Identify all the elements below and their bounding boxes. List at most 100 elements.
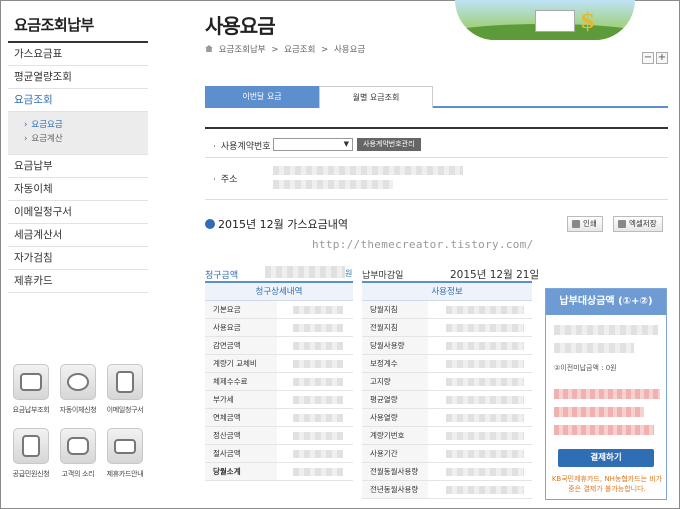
pay-button[interactable]: 결제하기 [558, 449, 654, 467]
sidebar-item-partner-card[interactable]: 제휴카드 [8, 270, 148, 293]
row-value-redacted [293, 468, 343, 476]
speech-bubble-icon [60, 428, 96, 464]
breadcrumb-item[interactable]: 요금조회납부 [219, 45, 266, 55]
contract-select[interactable]: ▼ [273, 138, 353, 151]
zoom-in-button[interactable]: + [656, 52, 668, 64]
quick-supply-request[interactable]: 공급민원신청 [8, 428, 54, 479]
row-value-redacted [446, 324, 524, 332]
sidebar: 요금조회납부 가스요금표 평균열량조회 요금조회 › 요금요금 › 요금계산 요금납… [8, 8, 148, 293]
table-row: 당월소계 [205, 463, 353, 481]
tab-monthly[interactable]: 월별 요금조회 [319, 86, 433, 108]
table-row: 보정계수 [362, 355, 532, 373]
table-row: 부가세 [205, 391, 353, 409]
table-row: 전월동월사용량 [362, 463, 532, 481]
contract-manage-button[interactable]: 사용계약번호관리 [357, 138, 421, 151]
row-label: 계량기 교체비 [205, 355, 277, 372]
breadcrumb-separator: > [321, 45, 329, 55]
page-title: 사용요금 [205, 14, 276, 38]
breadcrumb-separator: > [271, 45, 279, 55]
table-row: 당월지침 [362, 301, 532, 319]
watermark-text: http://themecreator.tistory.com/ [312, 238, 534, 251]
unpaid-amount-note: ②이전미납금액 : 0원 [554, 364, 617, 372]
table-row: 기본요금 [205, 301, 353, 319]
payment-warning: KB국민제휴카드, NH농협카드는 비가중은 결제가 불가능합니다. [551, 475, 663, 493]
row-value-redacted [293, 360, 343, 368]
quick-payment[interactable]: 요금납부조회 [8, 364, 54, 415]
table-row: 절사금액 [205, 445, 353, 463]
sidebar-item-payment[interactable]: 요금납부 [8, 155, 148, 178]
sidebar-item-avg-heat[interactable]: 평균열량조회 [8, 66, 148, 89]
table-row: 사용기간 [362, 445, 532, 463]
row-label: 부가세 [205, 391, 277, 408]
section-title: 2015년 12월 가스요금내역 [205, 216, 348, 232]
row-label: 당월소계 [205, 463, 277, 480]
row-label: 체제수수료 [205, 373, 277, 390]
row-label: 고지량 [362, 373, 428, 390]
home-icon[interactable] [205, 45, 213, 52]
print-button[interactable]: 인쇄 [567, 216, 603, 232]
divider [205, 127, 668, 129]
address-value-redacted [273, 166, 463, 175]
zoom-out-button[interactable]: − [642, 52, 654, 64]
row-label: 계량기번호 [362, 427, 428, 444]
sidebar-item-tax-invoice[interactable]: 세금계산서 [8, 224, 148, 247]
row-label: 사용기간 [362, 445, 428, 462]
contract-info: 사용계약번호 ▼ 사용계약번호관리 주소 [205, 130, 668, 200]
breadcrumb: 요금조회납부 > 요금조회 > 사용요금 [205, 43, 368, 55]
contract-row: 사용계약번호 ▼ 사용계약번호관리 [205, 130, 668, 158]
sidebar-sub-usage-fee[interactable]: › 요금요금 [24, 118, 148, 132]
row-label: 전월지침 [362, 319, 428, 336]
row-value-redacted [446, 360, 524, 368]
payment-info-redacted [554, 389, 660, 399]
table-row: 평균열량 [362, 391, 532, 409]
address-label: 주소 [213, 172, 238, 185]
breadcrumb-item[interactable]: 요금조회 [284, 45, 315, 55]
row-label: 연체금액 [205, 409, 277, 426]
contract-label: 사용계약번호 [213, 139, 271, 152]
table-row: 사용열량 [362, 409, 532, 427]
row-value-redacted [446, 432, 524, 440]
printer-icon [572, 220, 580, 228]
row-label: 보정계수 [362, 355, 428, 372]
table-row: 계량기 교체비 [205, 355, 353, 373]
row-value-redacted [293, 306, 343, 314]
sidebar-item-rate-table[interactable]: 가스요금표 [8, 43, 148, 66]
sidebar-item-bill-inquiry[interactable]: 요금조회 [8, 89, 148, 112]
table-row: 당월사용량 [362, 337, 532, 355]
row-label: 평균열량 [362, 391, 428, 408]
table-row: 감면금액 [205, 337, 353, 355]
table-row: 연체금액 [205, 409, 353, 427]
quick-auto-transfer[interactable]: 자동이체신청 [55, 364, 101, 415]
quick-customer-voice[interactable]: 고객의 소리 [55, 428, 101, 479]
quick-email-bill[interactable]: 이메일청구서 [102, 364, 148, 415]
row-label: 전월동월사용량 [362, 463, 428, 480]
sidebar-submenu: › 요금요금 › 요금계산 [8, 112, 148, 155]
row-label: 절사금액 [205, 445, 277, 462]
row-value-redacted [293, 342, 343, 350]
row-value-redacted [446, 378, 524, 386]
wallet-icon [13, 364, 49, 400]
document-icon [13, 428, 49, 464]
payment-amount-redacted [554, 325, 658, 335]
sidebar-item-email-bill[interactable]: 이메일청구서 [8, 201, 148, 224]
table-row: 정산금액 [205, 427, 353, 445]
excel-save-button[interactable]: 엑셀저장 [613, 216, 663, 232]
payment-info-redacted [554, 407, 644, 417]
billed-amount-redacted [265, 266, 345, 278]
row-label: 기본요금 [205, 301, 277, 318]
row-label: 사용요금 [205, 319, 277, 336]
excel-icon [618, 220, 626, 228]
row-label: 당월사용량 [362, 337, 428, 354]
row-value-redacted [293, 378, 343, 386]
row-value-redacted [293, 414, 343, 422]
row-label: 감면금액 [205, 337, 277, 354]
tab-this-month[interactable]: 이번달 요금 [205, 86, 319, 108]
table-row: 고지량 [362, 373, 532, 391]
sidebar-sub-calc[interactable]: › 요금계산 [24, 132, 148, 146]
due-date-label: 납부마감일 [362, 271, 404, 281]
tab-bar: 이번달 요금 월별 요금조회 [205, 86, 668, 108]
payment-panel: 납부대상금액 (①+②) ②이전미납금액 : 0원 결제하기 KB국민제휴카드,… [545, 288, 667, 500]
sidebar-item-auto-transfer[interactable]: 자동이체 [8, 178, 148, 201]
sidebar-item-self-reading[interactable]: 자가검침 [8, 247, 148, 270]
quick-card-guide[interactable]: 제휴카드안내 [102, 428, 148, 479]
